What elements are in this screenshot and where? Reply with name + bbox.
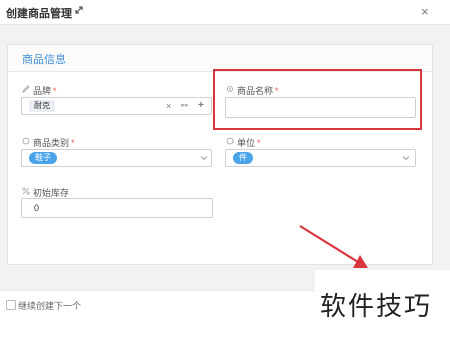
chevron-down-icon[interactable]: [402, 154, 410, 162]
initial-stock-input[interactable]: 0: [21, 198, 213, 218]
close-icon[interactable]: ×: [421, 5, 429, 18]
circle-icon: [226, 137, 234, 145]
category-label-text: 商品类别: [33, 138, 70, 148]
continue-label: 继续创建下一个: [18, 301, 82, 311]
unit-tag[interactable]: 件: [233, 152, 253, 164]
brand-required-mark: *: [53, 86, 57, 96]
dialog-titlebar: 创建商品管理 ×: [0, 0, 450, 25]
unit-label-text: 单位: [237, 138, 256, 148]
panel-title: 商品信息: [22, 54, 66, 66]
percent-icon: [22, 187, 30, 195]
circle-icon: [22, 137, 30, 145]
link-icon[interactable]: ⚯: [181, 101, 188, 110]
expand-icon[interactable]: [73, 4, 85, 16]
brand-tag[interactable]: 耐克: [29, 100, 55, 112]
unit-required-mark: *: [257, 138, 261, 148]
category-tag[interactable]: 鞋子: [29, 152, 57, 164]
dialog-title: 创建商品管理: [6, 8, 72, 20]
highlight-annotation-box: [213, 69, 422, 130]
brand-select[interactable]: 耐克 × ⚯ +: [21, 97, 212, 115]
category-select[interactable]: 鞋子: [21, 149, 212, 167]
create-product-dialog: 创建商品管理 × 商品信息 品牌 * 耐克 × ⚯ + 商品名称 * 商品类别 …: [0, 0, 450, 340]
continue-checkbox[interactable]: [6, 300, 16, 310]
category-required-mark: *: [71, 138, 75, 148]
unit-select[interactable]: 件: [225, 149, 416, 167]
brand-label-text: 品牌: [33, 86, 52, 96]
unit-label: 单位 *: [237, 136, 261, 149]
pencil-icon: [22, 85, 30, 93]
brand-label: 品牌 *: [33, 84, 57, 97]
add-icon[interactable]: +: [198, 100, 204, 111]
category-label: 商品类别 *: [33, 136, 75, 149]
initial-stock-value: 0: [34, 203, 40, 213]
chevron-down-icon[interactable]: [200, 154, 208, 162]
arrow-annotation: [299, 225, 368, 268]
clear-icon[interactable]: ×: [166, 101, 171, 111]
panel-header: 商品信息: [8, 45, 432, 72]
watermark-text: 软件技巧: [320, 291, 433, 321]
